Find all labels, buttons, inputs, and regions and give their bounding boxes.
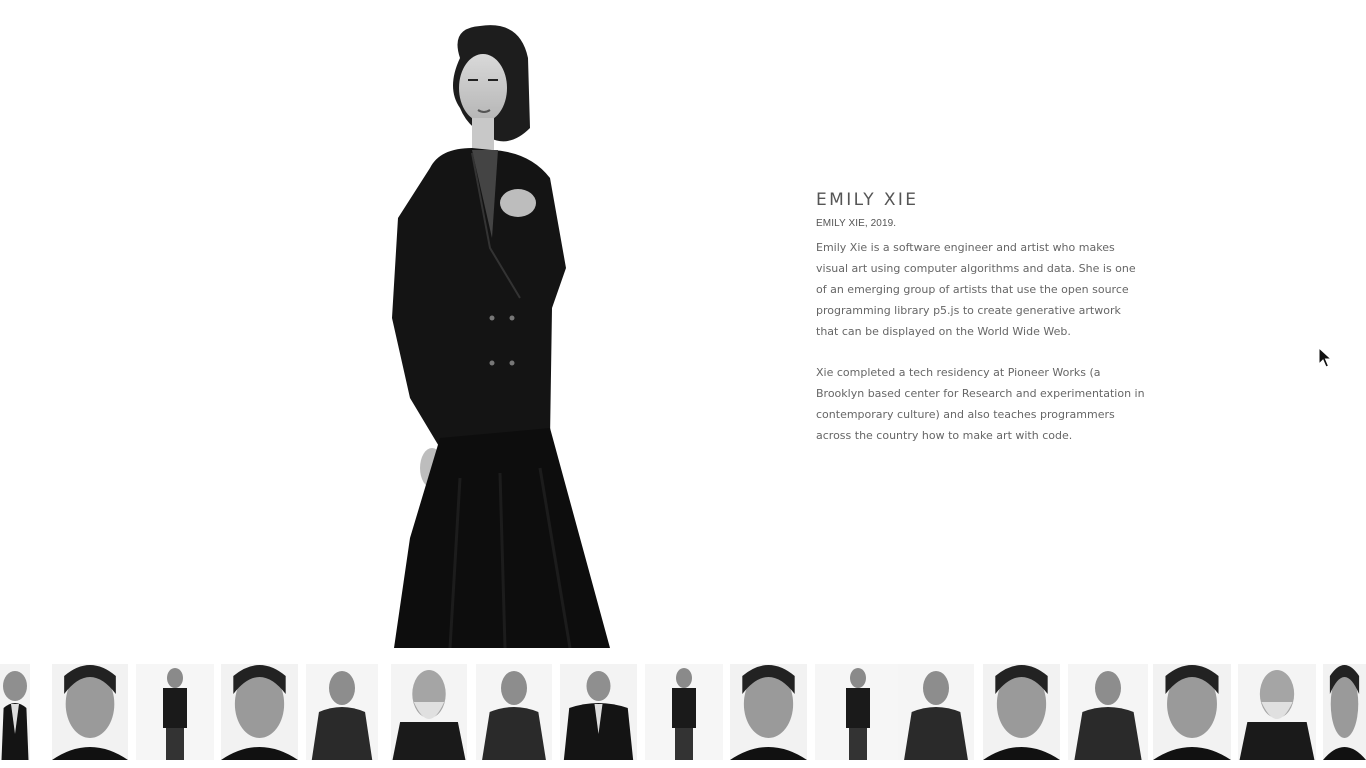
portrait-thumbnail[interactable] [1153,664,1231,760]
portrait-thumbnail[interactable] [983,664,1060,760]
portrait-thumbnail[interactable] [1323,664,1366,760]
portrait-thumbnail[interactable] [1238,664,1316,760]
mouse-cursor-icon [1318,347,1332,368]
featured-portrait-photo[interactable] [380,18,740,648]
portrait-thumbnail[interactable] [898,664,974,760]
person-name: EMILY XIE [816,190,919,210]
portrait-thumbnail[interactable] [1068,664,1148,760]
photo-caption: EMILY XIE, 2019. [816,218,897,229]
portrait-silhouette [392,25,610,648]
portrait-gallery-page: EMILY XIE EMILY XIE, 2019. Emily Xie is … [0,0,1366,768]
portrait-thumbnail[interactable] [730,664,807,760]
portrait-thumbnail[interactable] [560,664,637,760]
portrait-thumbnail[interactable] [306,664,378,760]
portrait-thumbnail[interactable] [136,664,214,760]
bio-paragraph: Xie completed a tech residency at Pionee… [816,366,1145,442]
thumbnail-strip[interactable] [0,664,1366,760]
bio-panel: EMILY XIE EMILY XIE, 2019. Emily Xie is … [816,190,1146,466]
bio-paragraph: Emily Xie is a software engineer and art… [816,241,1136,338]
portrait-thumbnail[interactable] [815,664,901,760]
portrait-thumbnail[interactable] [476,664,552,760]
portrait-thumbnail[interactable] [221,664,298,760]
portrait-thumbnail[interactable] [0,664,30,760]
portrait-thumbnail[interactable] [391,664,467,760]
portrait-thumbnail[interactable] [645,664,723,760]
portrait-thumbnail[interactable] [52,664,128,760]
